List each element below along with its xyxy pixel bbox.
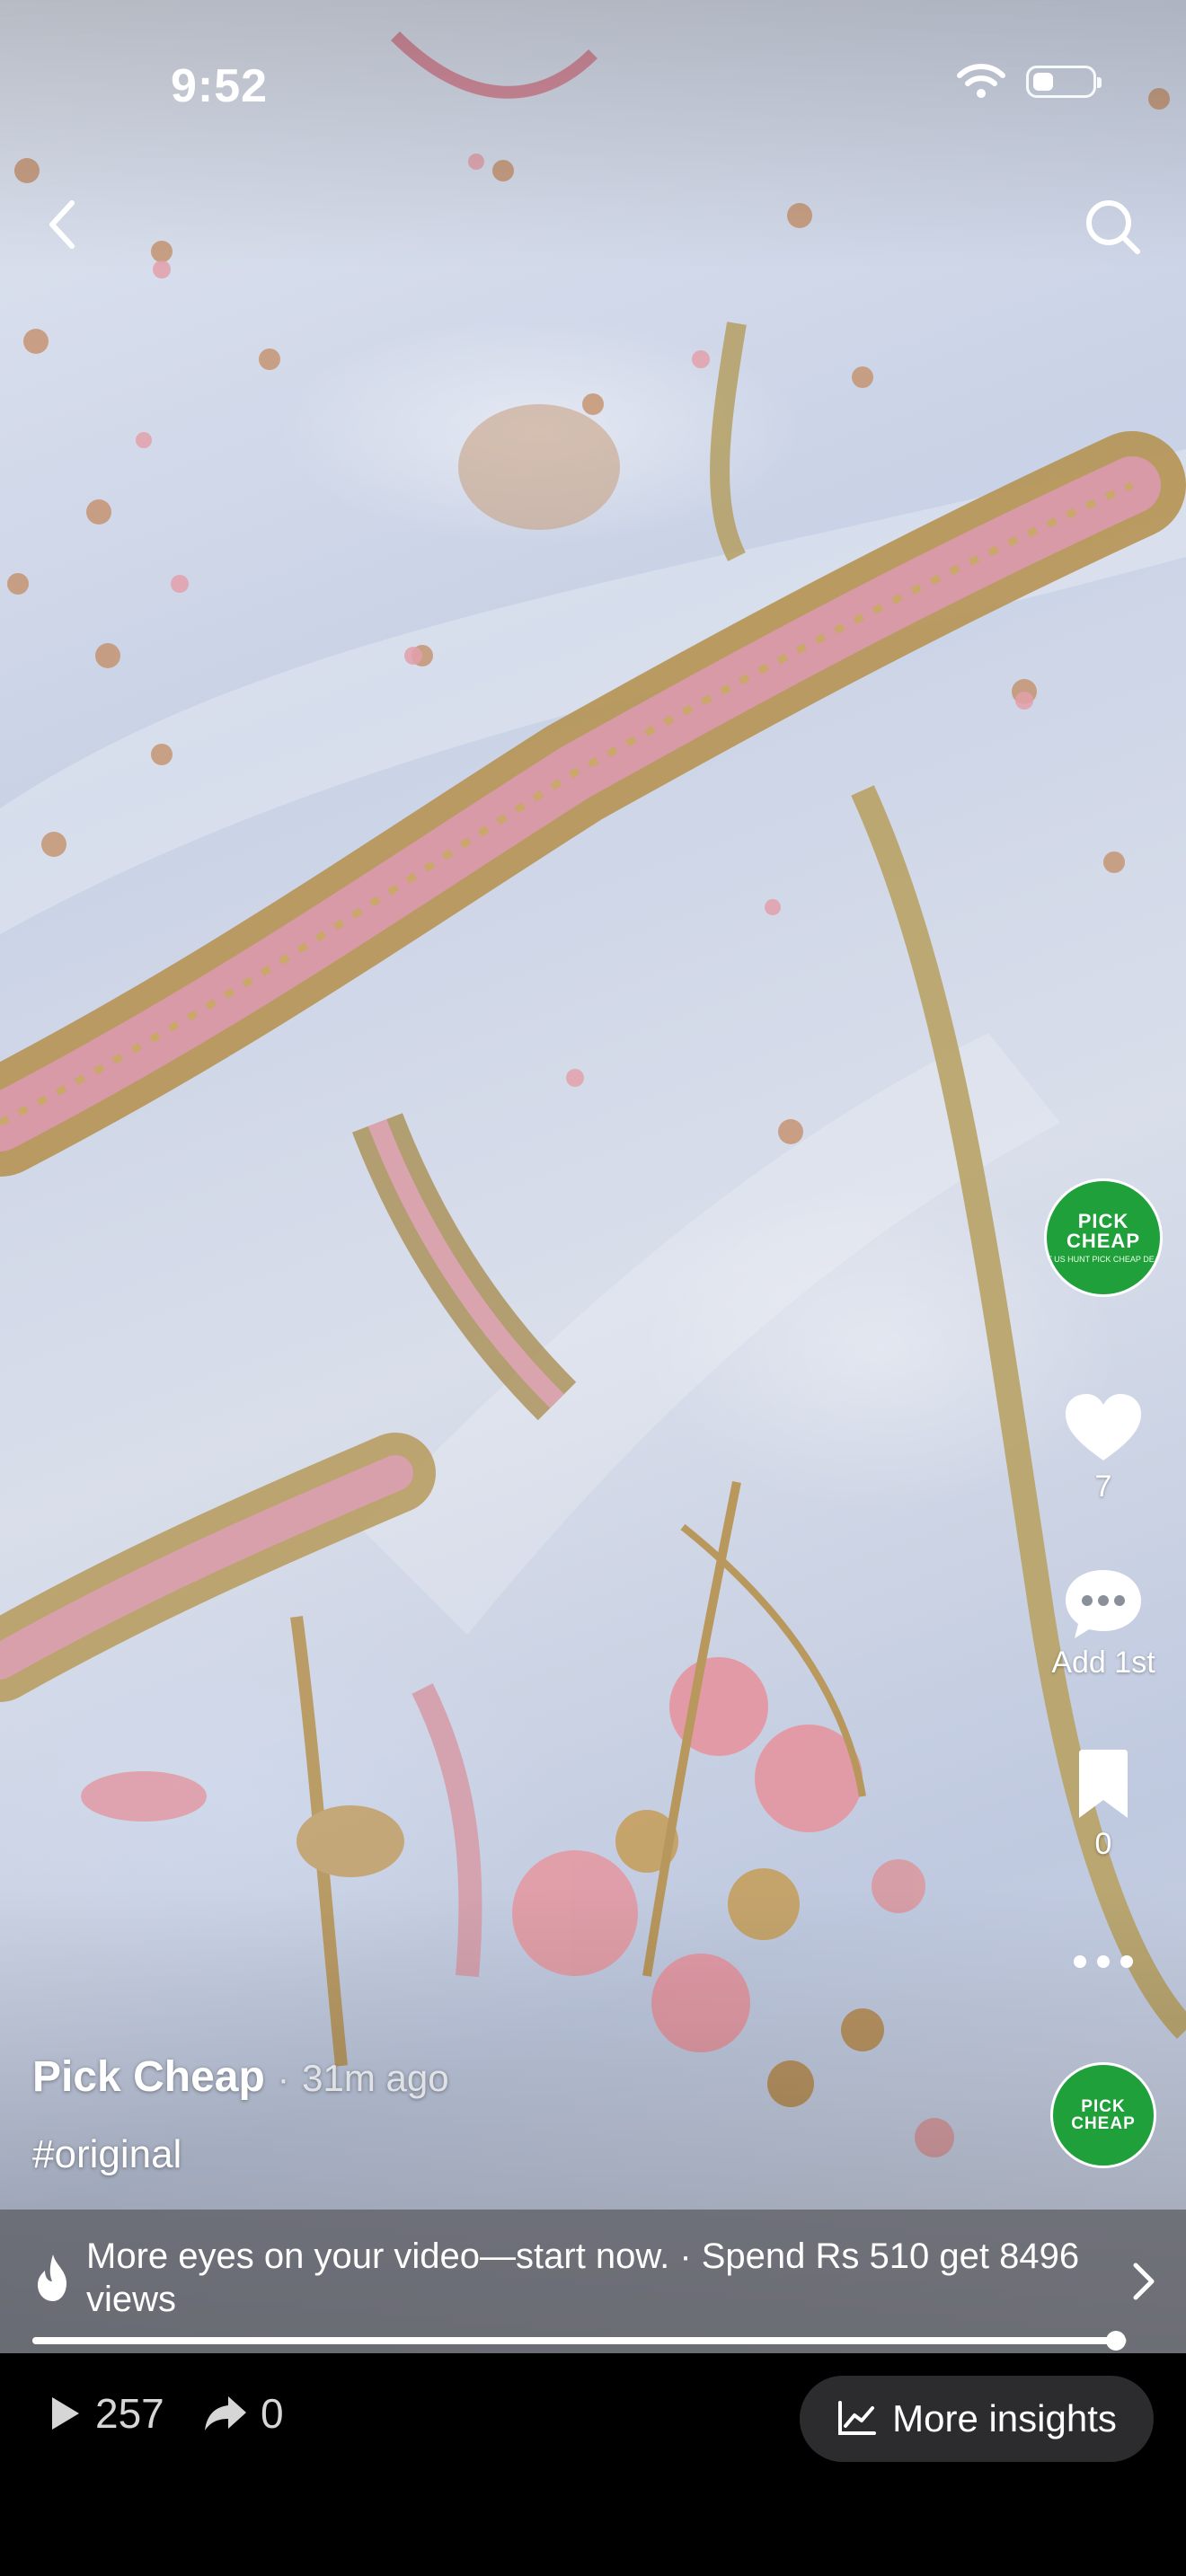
chevron-right-icon <box>1133 2263 1155 2300</box>
analytics-icon <box>838 2401 877 2435</box>
caption-hashtag[interactable]: #original <box>32 2132 181 2177</box>
more-insights-button[interactable]: More insights <box>800 2376 1154 2462</box>
search-icon <box>1086 200 1140 254</box>
like-count: 7 <box>1094 1469 1112 1504</box>
like-button[interactable]: 7 <box>1040 1390 1166 1504</box>
status-time: 9:52 <box>171 60 269 112</box>
search-button[interactable] <box>1082 196 1145 259</box>
back-button[interactable] <box>36 198 90 251</box>
more-insights-label: More insights <box>892 2397 1117 2439</box>
more-button[interactable] <box>1040 1951 1166 1972</box>
author-name[interactable]: Pick Cheap <box>32 2052 265 2102</box>
avatar-logo-line1: PICK <box>1077 1210 1129 1232</box>
heart-icon <box>1066 1394 1141 1460</box>
video-progress-bar[interactable] <box>32 2331 1127 2351</box>
chevron-left-icon <box>49 200 75 249</box>
promote-text: More eyes on your video—start now. · Spe… <box>86 2236 1080 2319</box>
bookmark-icon <box>1079 1750 1128 1818</box>
sound-logo-line2: CHEAP <box>1071 2114 1136 2133</box>
sound-disc-avatar: PICK CHEAP <box>1050 2062 1156 2168</box>
creator-avatar-button[interactable]: PICK CHEAP LET US HUNT PICK CHEAP DEALS <box>1040 1178 1166 1297</box>
sound-logo-line1: PICK <box>1081 2097 1126 2116</box>
wifi-icon <box>957 64 1005 98</box>
embroidered-fabric-image <box>0 0 1186 2353</box>
post-meta: Pick Cheap · 31m ago <box>32 2052 449 2102</box>
share-count: 0 <box>203 2389 284 2438</box>
battery-icon <box>1026 66 1102 98</box>
comment-icon <box>1066 1570 1141 1638</box>
video-player[interactable] <box>0 0 1186 2353</box>
promote-banner[interactable]: More eyes on your video—start now. · Spe… <box>0 2210 1186 2353</box>
progress-fill <box>32 2337 1116 2344</box>
battery-fill <box>1033 73 1053 91</box>
share-count-value: 0 <box>261 2390 284 2437</box>
comment-label: Add 1st <box>1051 1645 1155 1680</box>
post-time: 31m ago <box>302 2057 449 2099</box>
share-icon <box>205 2396 246 2430</box>
avatar-logo-tagline: LET US HUNT PICK CHEAP DEALS <box>1047 1255 1160 1264</box>
status-icons <box>956 63 1102 101</box>
comment-button[interactable]: Add 1st <box>1040 1566 1166 1681</box>
play-count-value: 257 <box>95 2390 164 2437</box>
avatar: PICK CHEAP LET US HUNT PICK CHEAP DEALS <box>1044 1178 1163 1297</box>
save-count: 0 <box>1094 1827 1112 1861</box>
avatar-logo-line2: CHEAP <box>1066 1230 1140 1252</box>
video-screen: 9:52 PICK CHEAP LET US HUNT PICK CHEAP D… <box>0 0 1186 2576</box>
play-icon <box>52 2397 79 2430</box>
more-horizontal-icon <box>1074 1955 1133 1968</box>
play-count: 257 <box>47 2389 164 2438</box>
sound-avatar-button[interactable]: PICK CHEAP <box>1040 2062 1166 2168</box>
meta-separator: · <box>277 2060 290 2099</box>
save-button[interactable]: 0 <box>1040 1748 1166 1862</box>
flame-icon <box>38 2254 66 2301</box>
progress-scrubber[interactable] <box>1105 2331 1126 2351</box>
